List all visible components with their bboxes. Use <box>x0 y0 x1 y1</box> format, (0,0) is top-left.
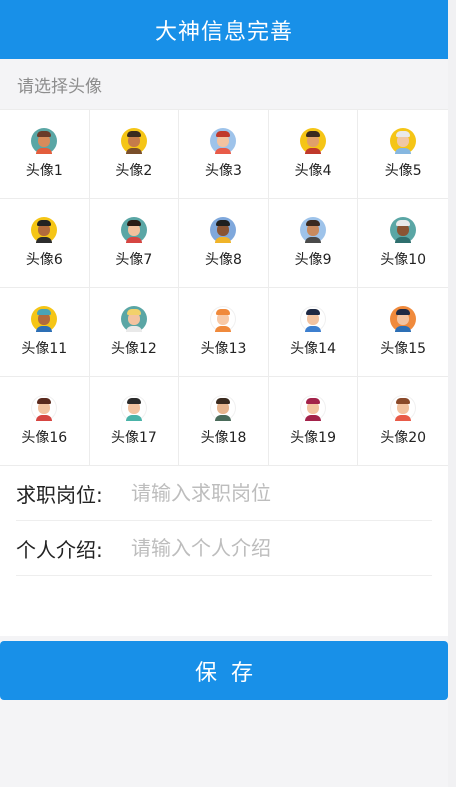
avatar-option[interactable]: 头像4 <box>268 110 359 199</box>
avatar-option[interactable]: 头像20 <box>358 377 448 466</box>
avatar-15-icon <box>390 306 417 332</box>
avatar-label: 头像13 <box>200 341 247 357</box>
scrollbar-track[interactable] <box>448 0 456 787</box>
avatar-option[interactable]: 头像7 <box>89 199 180 288</box>
avatar-grid: 头像1 头像2 头像3 头像4 头像5 头像6 头像7 头像8 头像9 头像10 头像11 头像12 头… <box>0 109 448 466</box>
avatar-label: 头像9 <box>294 252 332 268</box>
avatar-12-icon <box>120 306 147 332</box>
avatar-7-icon <box>120 217 147 243</box>
avatar-label: 头像1 <box>25 163 63 179</box>
avatar-5-icon <box>390 128 417 154</box>
avatar-option[interactable]: 头像11 <box>0 288 90 377</box>
avatar-label: 头像8 <box>205 252 242 268</box>
avatar-label: 头像19 <box>290 430 336 446</box>
avatar-option[interactable]: 头像3 <box>179 110 269 199</box>
avatar-3-icon <box>210 128 237 154</box>
intro-input[interactable] <box>129 535 423 561</box>
avatar-19-icon <box>300 395 327 421</box>
avatar-option[interactable]: 头像10 <box>358 199 448 288</box>
avatar-option[interactable]: 头像12 <box>89 288 180 377</box>
avatar-option[interactable]: 头像1 <box>0 110 90 199</box>
avatar-label: 头像7 <box>115 252 153 268</box>
avatar-2-icon <box>120 128 147 154</box>
avatar-section-label: 请选择头像 <box>0 59 448 109</box>
avatar-option[interactable]: 头像2 <box>89 110 180 199</box>
avatar-18-icon <box>210 395 237 421</box>
avatar-label: 头像5 <box>384 163 422 179</box>
job-input[interactable] <box>129 480 423 506</box>
avatar-label: 头像3 <box>205 163 242 179</box>
avatar-option[interactable]: 头像6 <box>0 199 90 288</box>
avatar-label: 头像20 <box>380 430 427 446</box>
avatar-10-icon <box>390 217 417 243</box>
avatar-1-icon <box>31 128 58 154</box>
avatar-label: 头像2 <box>115 163 153 179</box>
avatar-9-icon <box>300 217 327 243</box>
avatar-option[interactable]: 头像13 <box>179 288 269 377</box>
avatar-14-icon <box>300 306 327 332</box>
avatar-option[interactable]: 头像18 <box>179 377 269 466</box>
avatar-option[interactable]: 头像14 <box>268 288 359 377</box>
avatar-11-icon <box>31 306 58 332</box>
save-button[interactable]: 保存 <box>0 641 448 700</box>
intro-row: 个人介绍: <box>16 521 432 576</box>
avatar-option[interactable]: 头像8 <box>179 199 269 288</box>
avatar-20-icon <box>390 395 417 421</box>
avatar-label: 头像10 <box>380 252 427 268</box>
avatar-label: 头像14 <box>290 341 336 357</box>
job-label: 求职岗位: <box>16 482 103 507</box>
avatar-label: 头像16 <box>21 430 68 446</box>
avatar-option[interactable]: 头像16 <box>0 377 90 466</box>
avatar-option[interactable]: 头像19 <box>268 377 359 466</box>
avatar-option[interactable]: 头像5 <box>358 110 448 199</box>
avatar-label: 头像6 <box>25 252 63 268</box>
profile-form: 求职岗位: 个人介绍: <box>0 466 448 636</box>
avatar-option[interactable]: 头像17 <box>89 377 180 466</box>
avatar-8-icon <box>210 217 237 243</box>
page-title: 大神信息完善 <box>154 19 293 45</box>
avatar-option[interactable]: 头像15 <box>358 288 448 377</box>
avatar-label: 头像15 <box>380 341 427 357</box>
avatar-6-icon <box>31 217 58 243</box>
avatar-label: 头像17 <box>110 430 157 446</box>
avatar-label: 头像11 <box>21 341 68 357</box>
page-header: 大神信息完善 <box>0 0 448 59</box>
app-container: 大神信息完善 请选择头像 头像1 头像2 头像3 头像4 头像5 头像6 头像7 头像8 头像9… <box>0 0 448 636</box>
avatar-label: 头像12 <box>110 341 157 357</box>
form-spacer <box>16 576 432 636</box>
avatar-label: 头像4 <box>294 163 332 179</box>
avatar-4-icon <box>300 128 327 154</box>
intro-label: 个人介绍: <box>16 537 103 562</box>
job-row: 求职岗位: <box>16 466 432 521</box>
avatar-label: 头像18 <box>200 430 247 446</box>
avatar-13-icon <box>210 306 237 332</box>
avatar-17-icon <box>120 395 147 421</box>
avatar-option[interactable]: 头像9 <box>268 199 359 288</box>
avatar-16-icon <box>31 395 58 421</box>
